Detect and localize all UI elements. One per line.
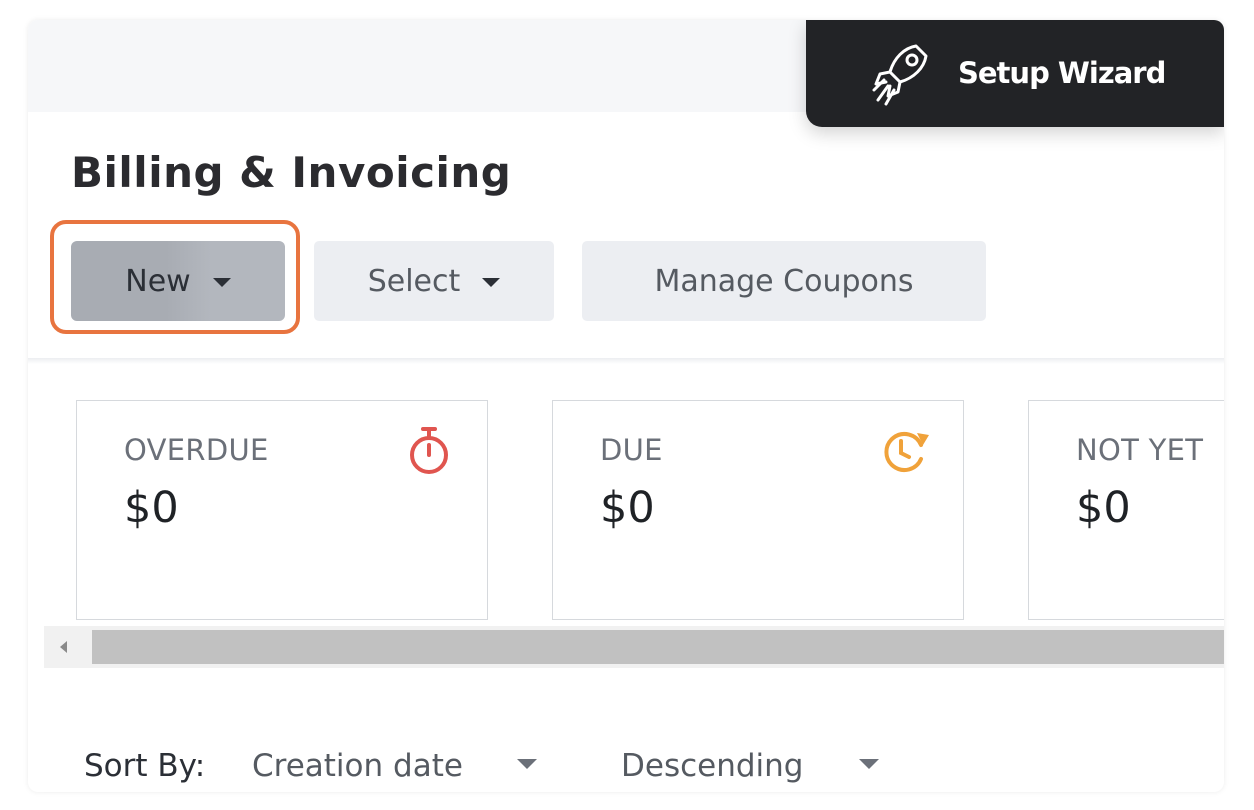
chevron-down-icon — [482, 277, 501, 287]
setup-wizard-button[interactable]: Setup Wizard — [806, 20, 1224, 127]
select-button[interactable]: Select — [314, 241, 554, 321]
card-label: NOT YET — [1076, 433, 1204, 467]
scrollbar-thumb[interactable] — [92, 630, 1224, 664]
clock-refresh-icon — [884, 432, 929, 472]
chevron-down-icon — [212, 277, 231, 287]
not-yet-card[interactable]: NOT YET $0 — [1028, 400, 1224, 620]
toolbar-divider — [28, 358, 1224, 364]
manage-coupons-label: Manage Coupons — [654, 263, 914, 299]
manage-coupons-button[interactable]: Manage Coupons — [582, 241, 986, 321]
sort-field-value: Creation date — [252, 748, 463, 784]
new-button[interactable]: New — [71, 241, 285, 321]
page-title: Billing & Invoicing — [71, 148, 512, 197]
due-card[interactable]: DUE $0 — [552, 400, 964, 620]
select-button-label: Select — [367, 263, 461, 299]
scroll-left-icon[interactable] — [60, 641, 67, 653]
new-button-label: New — [125, 263, 191, 299]
card-label: DUE — [600, 433, 663, 467]
sort-order-value: Descending — [621, 748, 804, 784]
card-value: $0 — [1076, 483, 1131, 533]
card-label: OVERDUE — [124, 433, 269, 467]
setup-wizard-label: Setup Wizard — [958, 56, 1166, 90]
chevron-down-icon — [859, 758, 880, 769]
rocket-icon — [872, 44, 928, 106]
stopwatch-icon — [410, 427, 448, 474]
overdue-card[interactable]: OVERDUE $0 — [76, 400, 488, 620]
chevron-down-icon — [516, 758, 537, 769]
app-frame: Setup Wizard Billing & Invoicing New Sel… — [28, 20, 1224, 792]
sort-field-select[interactable]: Creation date — [252, 748, 537, 784]
card-value: $0 — [124, 483, 179, 533]
sort-order-select[interactable]: Descending — [621, 748, 880, 784]
sort-by-label: Sort By: — [84, 748, 206, 784]
card-value: $0 — [600, 483, 655, 533]
horizontal-scrollbar[interactable] — [44, 626, 1224, 668]
